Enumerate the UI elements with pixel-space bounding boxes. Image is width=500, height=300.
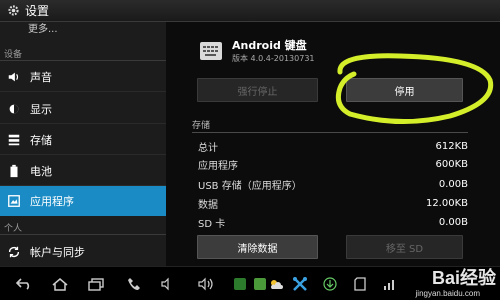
usb-debug-icon [290, 275, 310, 293]
volume-icon [6, 69, 22, 85]
storage-row-sd: SD 卡 0.00B [198, 213, 468, 231]
signal-icon [380, 275, 400, 293]
volume-up-icon[interactable] [196, 275, 216, 293]
section-divider [0, 234, 166, 235]
settings-sidebar: 更多... 设备 声音 显示 存储 电池 应用程序 个人 帐户与同步 [0, 22, 166, 266]
storage-icon [6, 132, 22, 148]
storage-row-key: 应用程序 [198, 160, 238, 172]
storage-row-key: SD 卡 [198, 218, 226, 230]
sidebar-item-label: 显示 [30, 102, 52, 116]
battery-icon [6, 163, 22, 179]
watermark-url: jingyan.baidu.com [415, 289, 480, 298]
apps-icon [6, 193, 22, 209]
storage-section-label: 存储 [192, 121, 211, 131]
more-link[interactable]: 更多... [28, 22, 58, 35]
storage-row-value: 0.00B [438, 178, 468, 190]
storage-row-app: 应用程序 600KB [198, 155, 468, 173]
sync-icon [6, 244, 22, 260]
notification-app-icon [230, 275, 250, 293]
sidebar-item-storage[interactable]: 存储 [0, 125, 166, 155]
title-bar: 设置 [0, 0, 500, 22]
download-icon [320, 275, 340, 293]
disable-button[interactable]: 停用 [346, 78, 463, 102]
sidebar-item-label: 电池 [30, 164, 52, 178]
phone-icon[interactable] [124, 275, 144, 293]
section-label-device: 设备 [4, 50, 23, 60]
settings-gear-icon [6, 4, 20, 18]
sidebar-item-label: 帐户与同步 [30, 245, 85, 259]
app-name: Android 键盘 [232, 39, 307, 52]
section-divider [0, 60, 166, 61]
section-divider [192, 132, 468, 133]
home-icon[interactable] [50, 275, 70, 293]
clear-data-button[interactable]: 清除数据 [197, 235, 318, 259]
storage-row-key: USB 存储（应用程序） [198, 180, 302, 192]
sd-card-icon [350, 275, 370, 293]
recent-apps-icon[interactable] [86, 275, 106, 293]
storage-row-value: 12.00KB [425, 197, 468, 209]
sidebar-item-apps[interactable]: 应用程序 [0, 186, 166, 216]
section-label-personal: 个人 [4, 224, 23, 234]
storage-row-value: 600KB [435, 158, 468, 170]
move-to-sd-button[interactable]: 移至 SD [346, 235, 463, 259]
app-version: 版本 4.0.4-20130731 [232, 54, 315, 63]
storage-row-data: 数据 12.00KB [198, 194, 468, 212]
storage-row-usb: USB 存储（应用程序） 0.00B [198, 175, 468, 193]
storage-row-value: 0.00B [438, 216, 468, 228]
force-stop-button[interactable]: 强行停止 [197, 78, 318, 102]
sidebar-item-accounts-sync[interactable]: 帐户与同步 [0, 237, 166, 266]
sidebar-item-label: 应用程序 [30, 195, 74, 208]
storage-row-key: 总计 [198, 142, 218, 154]
sidebar-item-display[interactable]: 显示 [0, 94, 166, 124]
sidebar-item-battery[interactable]: 电池 [0, 156, 166, 186]
volume-down-icon[interactable] [158, 275, 178, 293]
baidu-jingyan-watermark: Bai经验 [431, 268, 496, 288]
keyboard-icon [200, 42, 222, 60]
window-title: 设置 [25, 4, 50, 18]
back-icon[interactable] [14, 275, 34, 293]
sidebar-item-sound[interactable]: 声音 [0, 62, 166, 92]
storage-row-value: 612KB [435, 140, 468, 152]
sidebar-item-label: 声音 [30, 70, 52, 84]
sidebar-item-label: 存储 [30, 133, 52, 147]
brightness-icon [6, 101, 22, 117]
weather-icon [266, 275, 286, 293]
storage-row-total: 总计 612KB [198, 137, 468, 155]
storage-row-key: 数据 [198, 199, 218, 211]
